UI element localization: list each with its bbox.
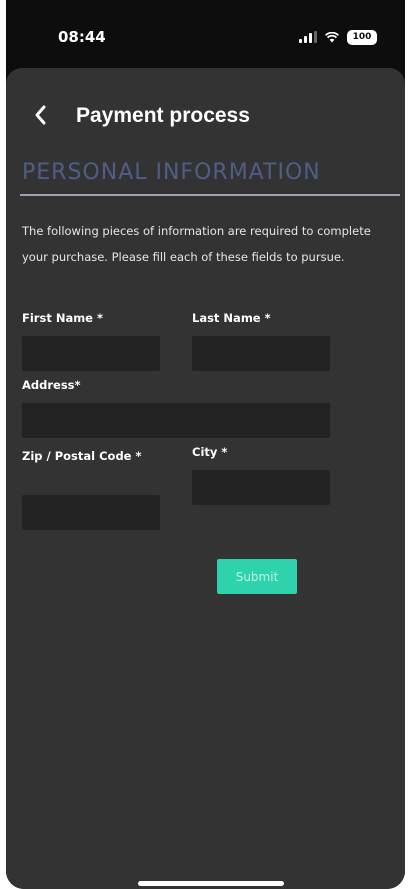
city-label: City * bbox=[192, 445, 228, 459]
address-field[interactable] bbox=[22, 403, 330, 438]
address-label: Address* bbox=[22, 378, 81, 392]
last-name-field[interactable] bbox=[192, 336, 330, 371]
city-field[interactable] bbox=[192, 470, 330, 505]
status-icons: 100 bbox=[299, 28, 377, 46]
submit-button[interactable]: Submit bbox=[217, 559, 297, 594]
zip-label: Zip / Postal Code * bbox=[22, 449, 142, 463]
zip-field[interactable] bbox=[22, 495, 160, 530]
nav-bar: Payment process bbox=[6, 96, 405, 136]
payment-sheet: Payment process PERSONAL INFORMATION The… bbox=[6, 68, 405, 889]
first-name-label: First Name * bbox=[22, 311, 103, 325]
last-name-label: Last Name * bbox=[192, 311, 271, 325]
battery-icon: 100 bbox=[347, 29, 377, 45]
page-title: Payment process bbox=[76, 104, 250, 127]
wifi-icon bbox=[325, 31, 339, 43]
first-name-field[interactable] bbox=[22, 336, 160, 371]
chevron-left-icon bbox=[35, 105, 46, 125]
home-indicator bbox=[138, 881, 284, 886]
section-title: PERSONAL INFORMATION bbox=[22, 160, 321, 185]
section-divider bbox=[20, 194, 400, 196]
cellular-signal-icon bbox=[299, 31, 317, 43]
back-button[interactable] bbox=[28, 102, 52, 128]
status-time: 08:44 bbox=[58, 28, 106, 46]
status-bar: 08:44 100 bbox=[6, 0, 405, 70]
intro-text: The following pieces of information are … bbox=[22, 224, 371, 264]
phone-screen: 08:44 100 Payment process PERSONAL INFOR… bbox=[6, 0, 405, 889]
